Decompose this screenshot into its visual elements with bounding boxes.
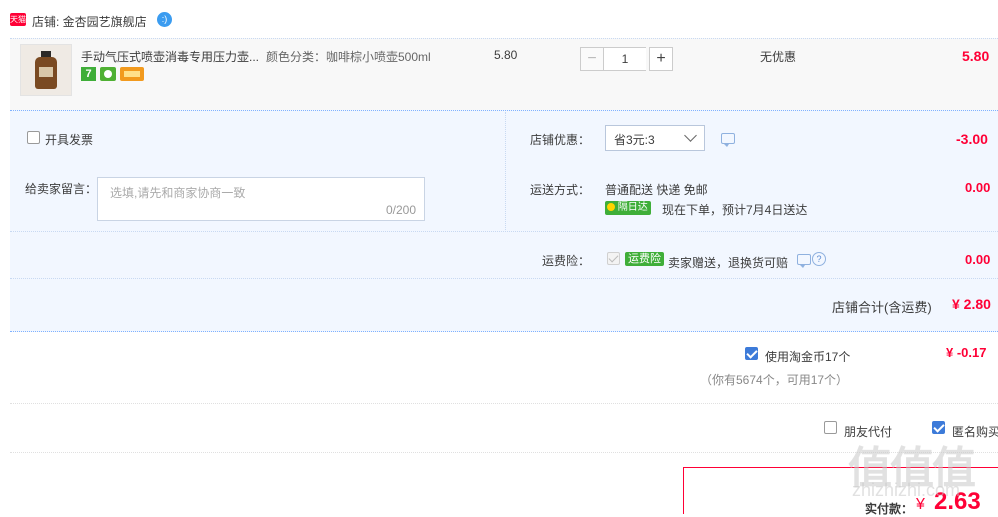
payment-label: 实付款： [865,502,914,516]
shipping-eta: 现在下单，预计7月4日送达 [662,203,808,217]
wangwang-chat-icon[interactable]: :) [157,12,172,27]
shop-discount-label: 店铺优惠： [530,133,591,147]
shop-name[interactable]: 店铺: 金杏园艺旗舰店 [32,13,147,30]
shop-total-amount: ¥ 2.80 [952,296,991,312]
lightning-icon [607,203,615,211]
seller-message-input[interactable]: 选填,请先和商家协商一致 0/200 [97,177,425,221]
use-coins-checkbox[interactable] [745,347,758,360]
coins-amount: ¥ -0.17 [946,345,987,360]
coins-note: （你有5674个，可用17个） [700,373,849,387]
seven-day-return-icon: 7 [81,67,96,81]
chevron-down-icon [684,129,697,142]
insurance-desc: 卖家赠送，退换货可赔 [668,256,789,270]
use-coins-label[interactable]: 使用淘金币17个 [765,348,850,365]
unit-price: 5.80 [494,48,518,62]
friend-pay-checkbox[interactable] [824,421,837,434]
help-icon[interactable]: ? [812,252,826,266]
next-day-tag: 隔日达 [605,201,651,215]
divider [10,403,998,404]
item-sku: 颜色分类：咖啡棕小喷壶500ml [266,50,431,64]
divider [505,112,506,232]
message-counter: 0/200 [385,203,416,217]
item-subtotal: 5.80 [962,48,990,64]
tmall-badge: 天猫 [10,13,26,26]
quantity-input[interactable]: 1 [604,47,646,71]
divider [10,231,998,232]
shipping-method: 普通配送 快递 免邮 [605,183,708,197]
shop-discount-amount: -3.00 [956,131,988,147]
discount-chat-icon[interactable] [721,133,735,147]
shipping-amount: 0.00 [965,180,991,195]
quantity-decrease-button[interactable]: − [580,47,604,71]
next-day-tag-text: 隔日达 [617,202,648,213]
message-label: 给卖家留言： [25,182,98,196]
invoice-checkbox[interactable] [27,131,40,144]
item-title[interactable]: 手动气压式喷壶消毒专用压力壶... [81,48,259,65]
insurance-amount: 0.00 [965,252,991,267]
insurance-label: 运费险： [542,254,591,268]
insurance-tag: 运费险 [625,252,664,266]
watermark-url: zhizhizhi.com [852,480,961,500]
shipping-label: 运送方式： [530,183,591,197]
shop-total-label: 店铺合计(含运费) [832,300,932,315]
quality-guarantee-icon [100,67,116,81]
invoice-label[interactable]: 开具发票 [45,131,93,148]
message-placeholder: 选填,请先和商家协商一致 [110,186,246,200]
insurance-chat-icon[interactable] [797,254,811,268]
shop-discount-selected: 省3元:3 [614,133,655,147]
shop-discount-select[interactable]: 省3元:3 [605,125,705,151]
credit-card-icon [120,67,144,81]
quantity-increase-button[interactable]: + [649,47,673,71]
insurance-checkbox[interactable] [607,252,620,265]
product-thumbnail[interactable] [20,44,72,96]
item-promo: 无优惠 [760,50,797,64]
divider [10,278,998,279]
